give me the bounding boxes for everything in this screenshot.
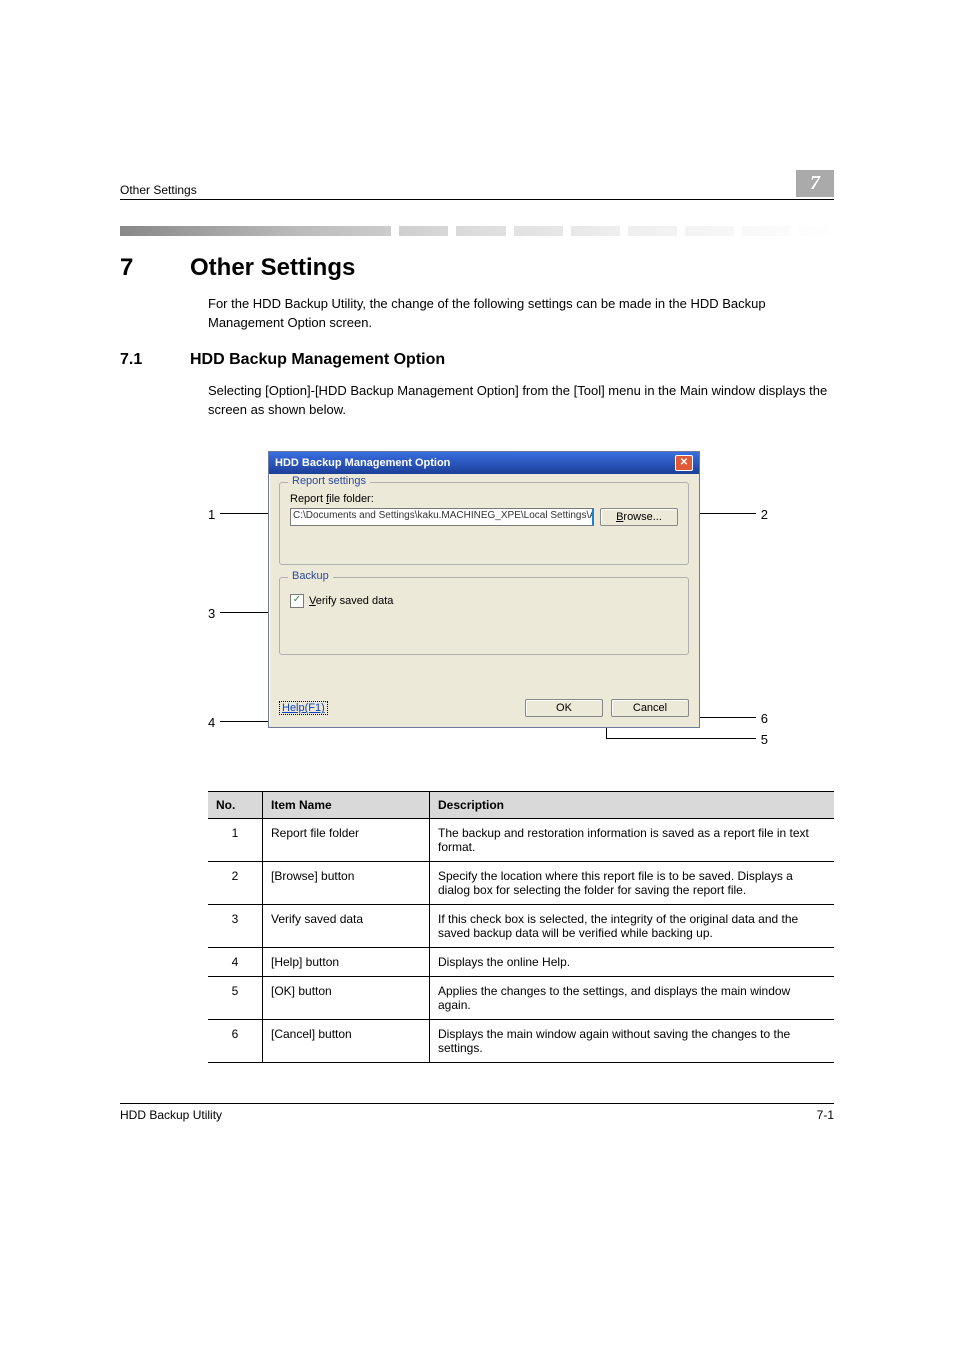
table-row: 5 [OK] button Applies the changes to the… (208, 977, 834, 1020)
cell-no: 1 (208, 819, 263, 862)
verify-saved-data-label: Verify saved data (309, 595, 393, 607)
cell-no: 5 (208, 977, 263, 1020)
callout-5: 5 (761, 732, 768, 747)
group-backup-legend: Backup (288, 570, 333, 582)
dialog-window: HDD Backup Management Option ✕ Report se… (268, 451, 700, 728)
description-table: No. Item Name Description 1 Report file … (208, 791, 834, 1063)
chapter-title: Other Settings (190, 254, 355, 281)
chapter-number: 7 (120, 254, 190, 282)
cell-no: 3 (208, 905, 263, 948)
section-lead: Selecting [Option]-[HDD Backup Managemen… (208, 382, 834, 420)
table-row: 4 [Help] button Displays the online Help… (208, 948, 834, 977)
group-report-settings: Report settings Report file folder: C:\D… (279, 482, 689, 565)
callout-2: 2 (761, 507, 768, 522)
cell-item: [OK] button (263, 977, 430, 1020)
table-header-row: No. Item Name Description (208, 792, 834, 819)
callout-4: 4 (208, 715, 215, 730)
breadcrumb: Other Settings (120, 183, 197, 197)
checkbox-icon: ✓ (290, 594, 304, 608)
ok-button[interactable]: OK (525, 699, 603, 717)
report-file-folder-input[interactable]: C:\Documents and Settings\kaku.MACHINEG_… (290, 508, 594, 526)
cell-desc: The backup and restoration information i… (430, 819, 835, 862)
cell-desc: Displays the online Help. (430, 948, 835, 977)
table-row: 1 Report file folder The backup and rest… (208, 819, 834, 862)
table-row: 3 Verify saved data If this check box is… (208, 905, 834, 948)
cancel-button[interactable]: Cancel (611, 699, 689, 717)
callout-1: 1 (208, 507, 215, 522)
dialog-figure: 1 3 4 2 6 5 HDD Backup Management Option… (208, 437, 768, 767)
cell-item: [Cancel] button (263, 1020, 430, 1063)
cell-no: 2 (208, 862, 263, 905)
cell-item: Report file folder (263, 819, 430, 862)
cell-desc: If this check box is selected, the integ… (430, 905, 835, 948)
table-row: 2 [Browse] button Specify the location w… (208, 862, 834, 905)
callout-6: 6 (761, 711, 768, 726)
col-item: Item Name (263, 792, 430, 819)
cell-item: [Browse] button (263, 862, 430, 905)
section-number: 7.1 (120, 351, 190, 369)
cell-desc: Specify the location where this report f… (430, 862, 835, 905)
report-file-folder-label: Report file folder: (290, 493, 678, 505)
footer-product: HDD Backup Utility (120, 1108, 222, 1122)
footer-page: 7-1 (817, 1108, 834, 1122)
col-desc: Description (430, 792, 835, 819)
section-title: HDD Backup Management Option (190, 351, 445, 368)
group-backup: Backup ✓ Verify saved data (279, 577, 689, 655)
help-link[interactable]: Help(F1) (279, 701, 328, 715)
decorative-bar (120, 226, 834, 236)
cell-desc: Displays the main window again without s… (430, 1020, 835, 1063)
verify-saved-data-checkbox[interactable]: ✓ Verify saved data (290, 594, 678, 608)
callout-3: 3 (208, 606, 215, 621)
col-no: No. (208, 792, 263, 819)
cell-item: [Help] button (263, 948, 430, 977)
close-icon[interactable]: ✕ (675, 455, 693, 471)
group-report-legend: Report settings (288, 475, 370, 487)
browse-button[interactable]: Browse... (600, 508, 678, 526)
dialog-titlebar: HDD Backup Management Option ✕ (269, 452, 699, 474)
table-row: 6 [Cancel] button Displays the main wind… (208, 1020, 834, 1063)
cell-item: Verify saved data (263, 905, 430, 948)
cell-no: 4 (208, 948, 263, 977)
section-heading: 7.1HDD Backup Management Option (120, 351, 834, 369)
page-header: Other Settings 7 (120, 170, 834, 200)
cell-no: 6 (208, 1020, 263, 1063)
chapter-heading: 7Other Settings (120, 254, 834, 282)
dialog-title: HDD Backup Management Option (275, 457, 450, 469)
cell-desc: Applies the changes to the settings, and… (430, 977, 835, 1020)
page-footer: HDD Backup Utility 7-1 (120, 1103, 834, 1122)
chapter-intro: For the HDD Backup Utility, the change o… (208, 295, 834, 333)
chapter-badge: 7 (796, 170, 834, 197)
